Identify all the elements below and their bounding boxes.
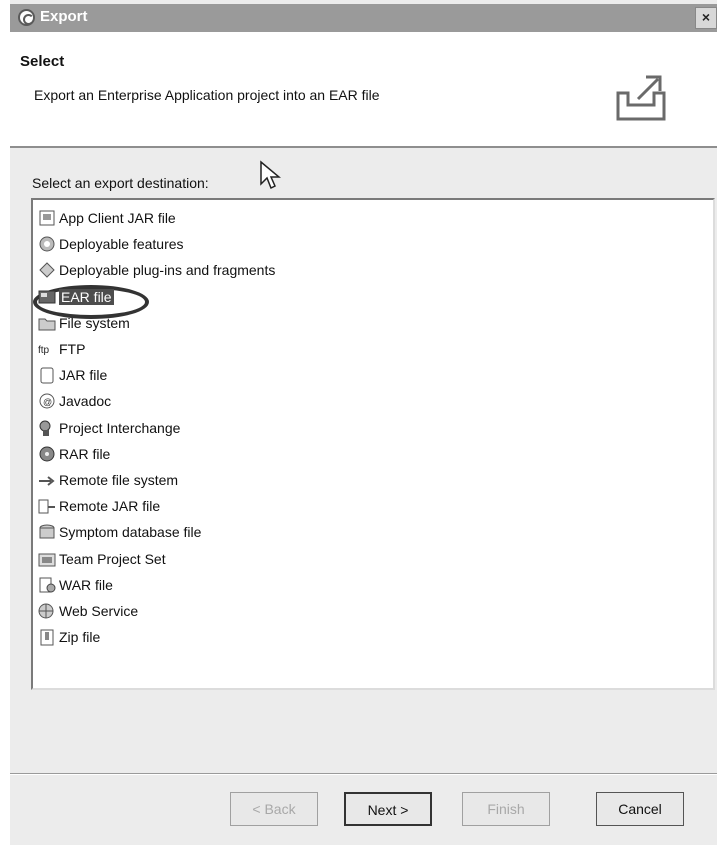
ear-file-icon [37,288,57,306]
close-button[interactable]: × [695,7,717,29]
list-item[interactable]: File system [37,311,130,335]
list-item[interactable]: EAR file [37,285,114,309]
list-item-label: App Client JAR file [59,210,176,226]
list-item[interactable]: Remote file system [37,468,178,492]
window-title: Export [40,8,88,25]
list-item-label: File system [59,314,130,331]
title-bar[interactable]: Export × [10,4,717,32]
app-client-jar-icon [37,209,57,227]
mouse-cursor-icon [260,160,281,190]
list-item-label: Deployable features [59,236,184,253]
list-item[interactable]: Symptom database file [37,520,201,544]
list-item-label: JAR file [59,367,108,384]
project-interchange-icon [37,419,57,437]
export-dialog: Export × Select Export an Enterprise App… [10,0,717,845]
remote-jar-file-icon [37,497,57,515]
list-item[interactable]: Deployable plug-ins and fragments [37,258,275,282]
list-item-label: Project Interchange [59,419,181,436]
list-item-label: Deployable plug-ins and fragments [59,262,276,279]
deployable-features-icon [37,235,57,253]
list-item[interactable]: Remote JAR file [37,494,160,518]
eclipse-icon [18,9,35,26]
file-system-icon [37,314,57,332]
list-item[interactable]: Zip file [37,625,100,649]
destination-list[interactable]: App Client JAR file Deployable features De… [31,198,715,690]
list-item-label: Web Service [59,603,139,619]
list-item[interactable]: WAR file [37,573,113,597]
jar-file-icon [37,366,57,384]
page-title: Select [20,53,65,70]
list-item[interactable]: Team Project Set [37,547,166,571]
next-button[interactable]: Next > [344,792,432,826]
list-item-label: Zip file [59,629,101,646]
finish-button[interactable]: Finish [462,792,550,826]
back-button[interactable]: < Back [230,792,318,826]
list-item-label: Javadoc [59,393,112,410]
list-item-label: WAR file [59,576,113,593]
list-item[interactable]: ftp FTP [37,337,85,361]
footer-separator [10,773,717,775]
team-project-set-icon [37,550,57,568]
export-icon [616,75,666,121]
rar-file-icon [37,445,57,463]
list-item[interactable]: JAR file [37,363,107,387]
war-file-icon [37,576,57,594]
remote-file-system-icon [37,471,57,489]
list-item[interactable]: RAR file [37,442,110,466]
list-item-label: RAR file [59,445,111,462]
list-item[interactable]: App Client JAR file [37,206,176,230]
list-item-label: Remote file system [59,472,179,488]
list-item-label: EAR file [59,288,114,305]
page-description: Export an Enterprise Application project… [34,87,380,103]
zip-file-icon [37,628,57,646]
svg-text:ftp: ftp [38,345,50,356]
svg-text:@: @ [43,397,52,407]
list-item[interactable]: Project Interchange [37,416,180,440]
list-item-label: Symptom database file [59,524,202,541]
cancel-button[interactable]: Cancel [596,792,684,826]
list-item[interactable]: Deployable features [37,232,184,256]
javadoc-icon: @ [37,392,57,410]
list-item[interactable]: @ Javadoc [37,389,111,413]
symptom-database-icon [37,523,57,541]
ftp-icon: ftp [37,340,57,358]
wizard-banner: Select Export an Enterprise Application … [10,32,717,148]
destination-label: Select an export destination: [32,175,209,191]
list-item-label: Team Project Set [59,550,166,567]
list-item-label: Remote JAR file [59,498,161,515]
list-item-label: FTP [59,341,86,357]
deployable-plugins-icon [37,261,57,279]
web-service-icon [37,602,57,620]
list-item[interactable]: Web Service [37,599,138,623]
